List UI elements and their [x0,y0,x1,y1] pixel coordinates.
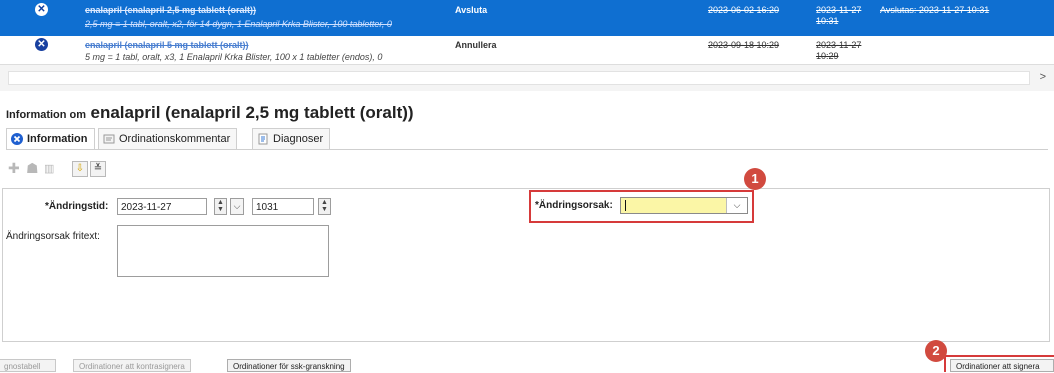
info-title-name: enalapril (enalapril 2,5 mg tablett (ora… [90,103,414,122]
tab-information[interactable]: Information [6,128,95,150]
comment-icon [103,134,115,144]
document-icon [258,133,268,145]
medication-row[interactable]: ✕ enalapril (enalapril 5 mg tablett (ora… [0,36,1054,64]
annotation-badge-2: 2 [925,340,947,362]
ordinationer-kontrasignera-button[interactable]: Ordinationer att kontrasignera [73,359,191,372]
medication-row-selected[interactable]: ✕ enalapril (enalapril 2,5 mg tablett (o… [0,0,1054,36]
tab-label: Ordinationskommentar [119,133,231,145]
text-caret [625,200,626,211]
chevron-down-icon[interactable]: ⌵ [726,198,747,213]
medication-name: enalapril (enalapril 5 mg tablett (oralt… [85,40,249,50]
cancel-x-icon: ✕ [35,3,48,16]
date-dropdown[interactable]: ⌵ [230,198,244,215]
add-icon[interactable]: ✚ [8,160,20,177]
person-icon[interactable]: ☗ [26,160,39,177]
fritext-textarea[interactable] [117,225,329,277]
time-spinner[interactable]: ▲ ▼ [318,198,331,215]
scrollbar-thumb[interactable] [8,71,1030,85]
annotation-badge-1: 1 [744,168,766,190]
tab-label: Diagnoser [273,133,324,145]
medication-status: Annullera [455,40,497,50]
info-title-prefix: Information om [6,109,87,121]
date-field[interactable]: 2023-11-27 [117,198,207,215]
andringsorsak-label: *Ändringsorsak: [535,200,613,211]
info-title: Information om enalapril (enalapril 2,5 … [6,103,414,123]
change-date: 2023-11-27 10:29 [816,40,862,61]
time-field[interactable]: 1031 [252,198,314,215]
fritext-label: Ändringsorsak fritext: [6,231,100,242]
chart-icon[interactable]: ▥ [44,162,54,175]
horizontal-scrollbar[interactable]: > [0,64,1054,91]
medication-status: Avsluta [455,5,488,15]
tab-ordinationskommentar[interactable]: Ordinationskommentar [98,128,238,150]
tab-label: Information [27,133,88,145]
scroll-right-icon[interactable]: > [1040,71,1046,83]
down-arrow-icon[interactable]: ⇩ [72,161,88,177]
medication-description: 2,5 mg = 1 tabl, oralt, x2, för 14 dygn,… [85,19,392,29]
collapse-icon[interactable]: ≚ [90,161,106,177]
cancel-x-icon: ✕ [35,38,48,51]
blue-x-icon [11,133,23,145]
ordinationer-ssk-granskning-button[interactable]: Ordinationer för ssk-granskning [227,359,351,372]
andringsorsak-combobox[interactable]: ⌵ [620,197,748,214]
change-date: 2023-11-27 10:31 [816,5,862,26]
andringstid-label: *Ändringstid: [45,201,109,212]
tab-divider [6,149,1048,150]
start-date: 2023-06-02 16:20 [708,5,780,15]
start-date: 2023-09-18 10:29 [708,40,780,50]
diagnostabell-button[interactable]: gnostabell [0,359,56,372]
medication-description: 5 mg = 1 tabl, oralt, x3, 1 Enalapril Kr… [85,52,383,62]
end-info: Avslutas: 2023-11-27 10:31 [880,5,990,15]
highlight-box-2 [944,355,1054,372]
medication-name: enalapril (enalapril 2,5 mg tablett (ora… [85,5,257,15]
date-spinner[interactable]: ▲ ▼ [214,198,227,215]
bottom-button-bar: gnostabell Ordinationer att kontrasigner… [0,357,1054,372]
tab-diagnoser[interactable]: Diagnoser [252,128,331,150]
